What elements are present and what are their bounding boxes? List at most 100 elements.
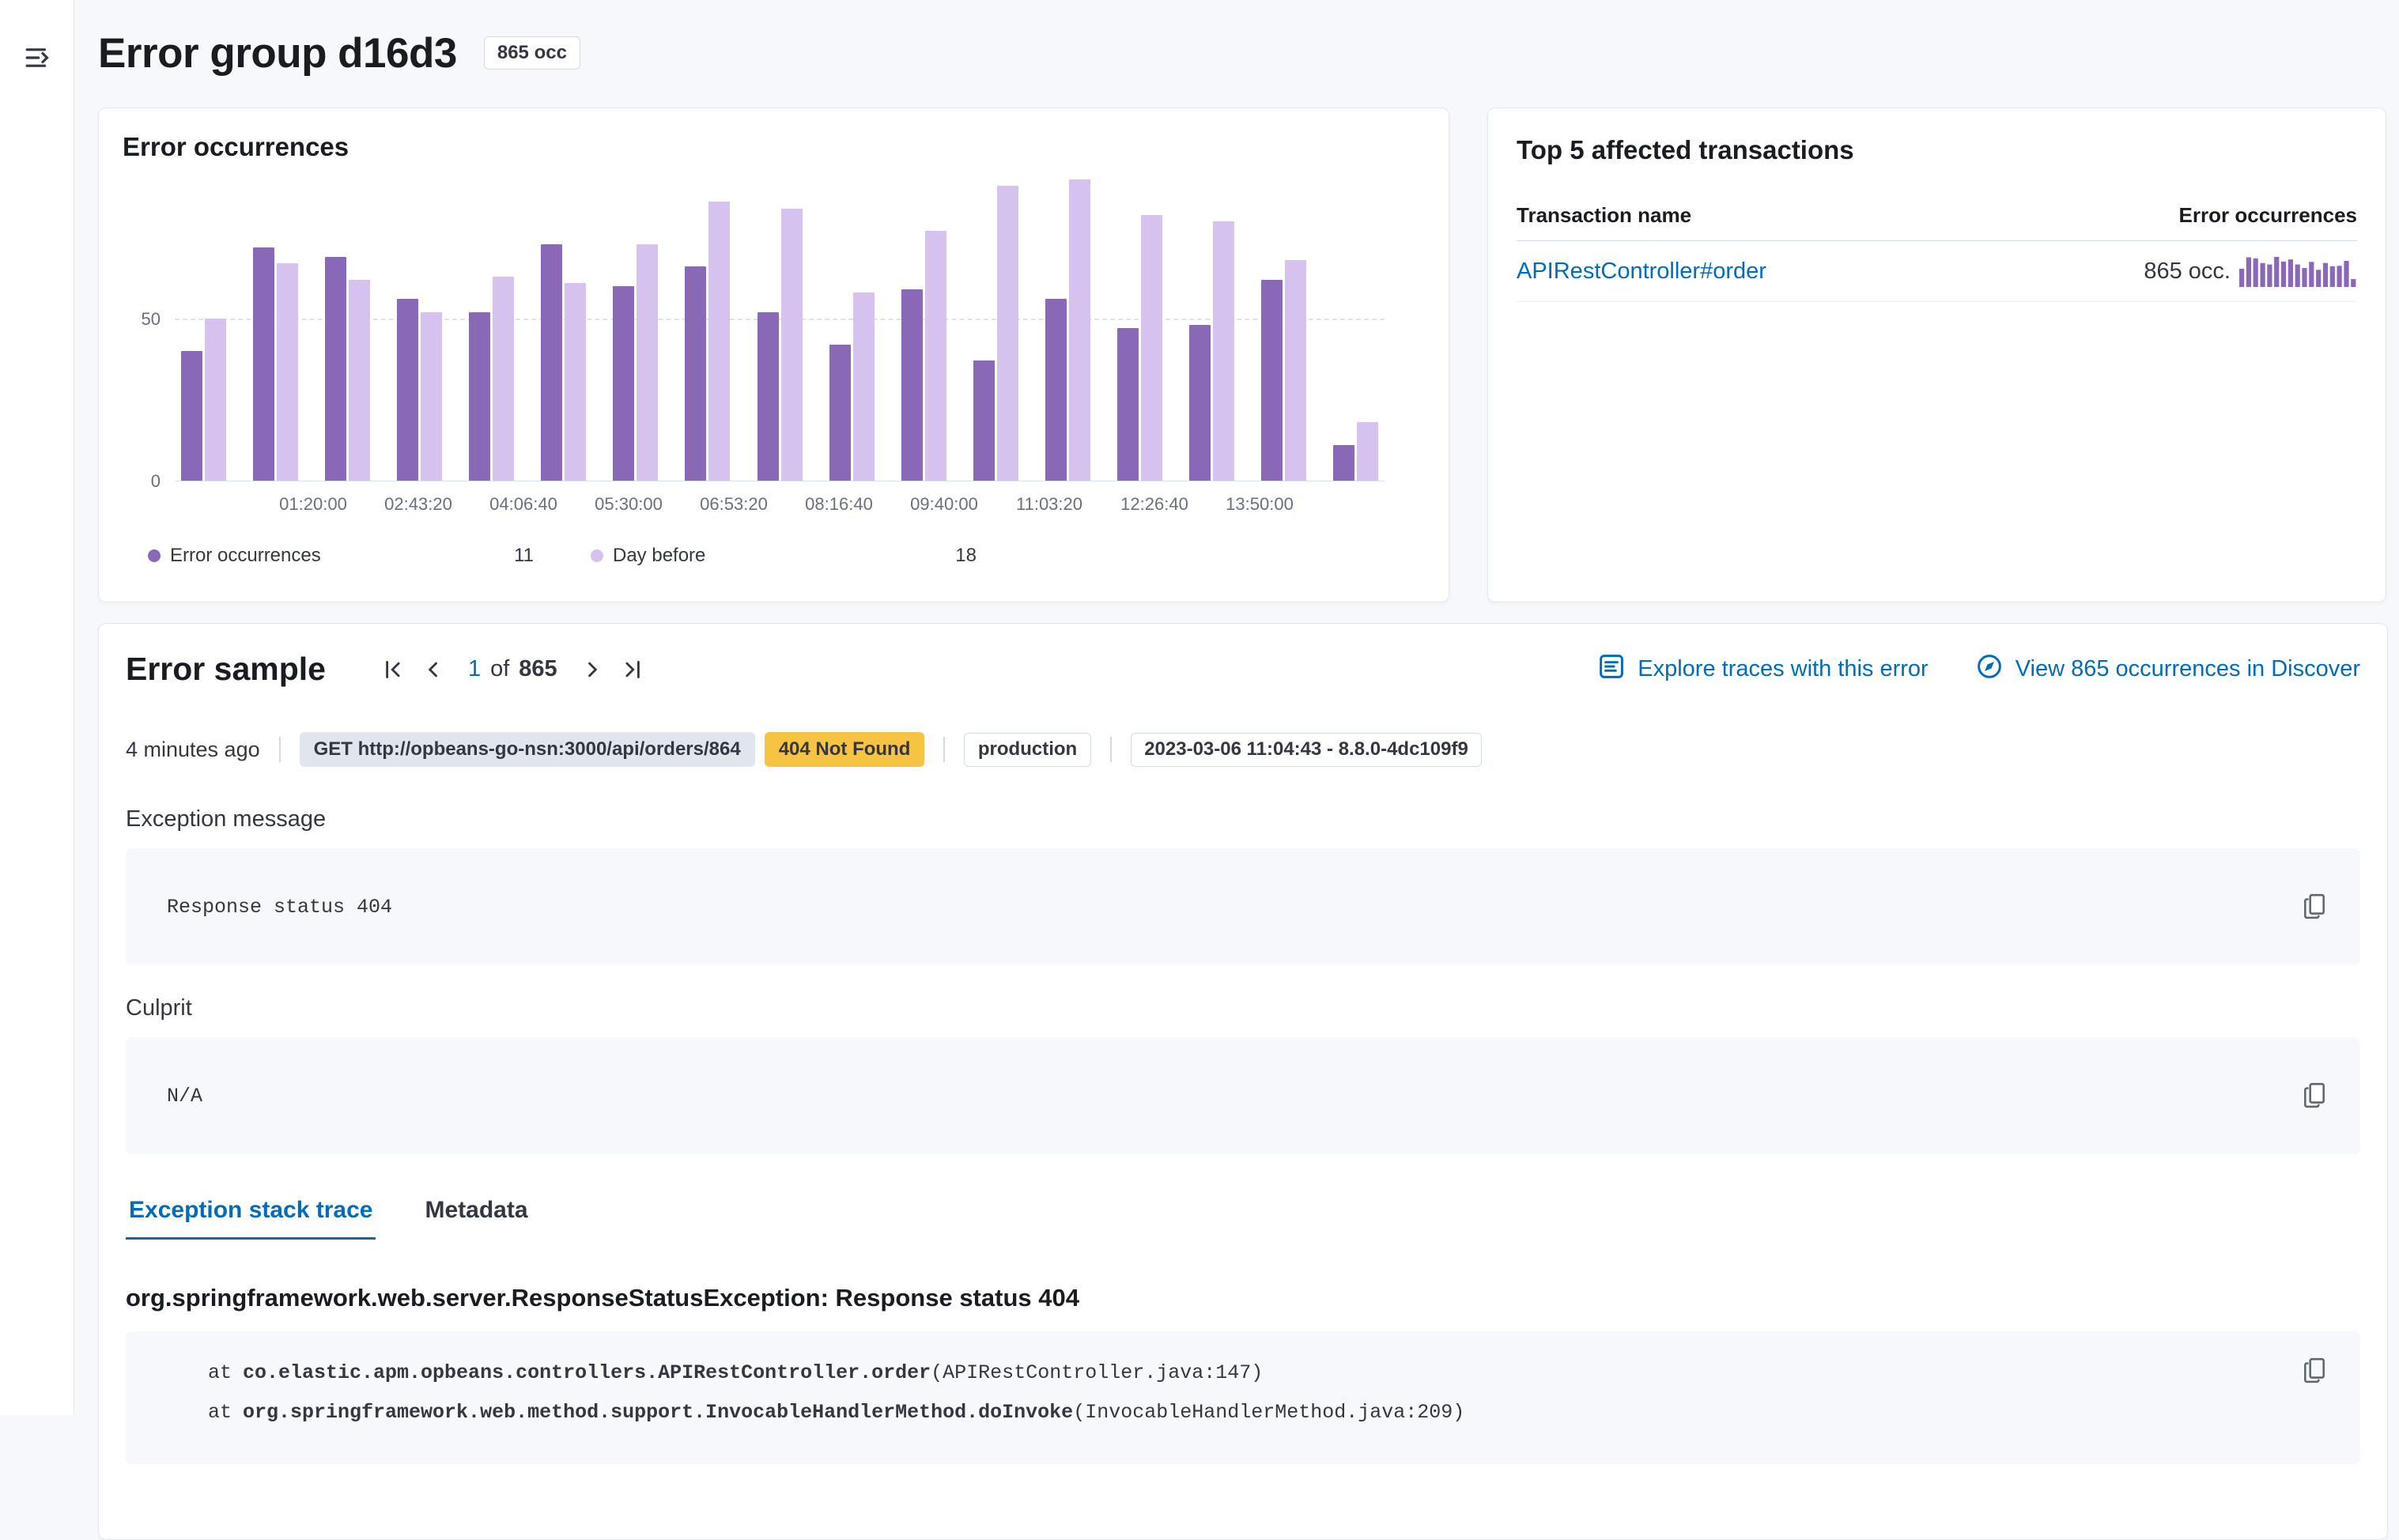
explore-traces-link[interactable]: Explore traces with this error	[1598, 653, 1928, 686]
bar-day-before	[1069, 179, 1090, 481]
tab-exception-stack-trace[interactable]: Exception stack trace	[126, 1197, 376, 1240]
error-sample-actions: Explore traces with this error View 865 …	[1598, 653, 2360, 686]
bar-group	[1189, 221, 1234, 481]
chart-bars	[175, 156, 1385, 481]
culprit-label: Culprit	[126, 995, 2360, 1021]
total-pages: 865	[519, 656, 557, 681]
copy-stack-trace-button[interactable]	[2300, 1357, 2329, 1385]
bar-current	[829, 345, 851, 481]
exception-message-value: Response status 404	[167, 896, 392, 919]
tab-metadata[interactable]: Metadata	[421, 1197, 531, 1240]
bar-group	[973, 186, 1018, 481]
separator	[1110, 737, 1112, 762]
x-axis-tick: 02:43:20	[384, 494, 452, 515]
pagination-status: 1of865	[468, 656, 557, 682]
x-axis-tick: 01:20:00	[279, 494, 347, 515]
column-transaction-name: Transaction name	[1517, 203, 1691, 228]
legend-value: 18	[955, 545, 977, 567]
bar-day-before	[1141, 215, 1162, 481]
bar-group	[397, 299, 442, 481]
bar-day-before	[1285, 260, 1306, 481]
error-sample-panel: Error sample 1of865	[98, 623, 2388, 1540]
sample-meta-row: 4 minutes ago GET http://opbeans-go-nsn:…	[126, 732, 2360, 767]
bar-day-before	[997, 186, 1018, 481]
next-page-button[interactable]	[575, 652, 610, 687]
error-sample-title: Error sample	[126, 651, 326, 688]
bar-group	[613, 244, 658, 481]
bar-current	[1189, 325, 1211, 481]
frame-location: (APIRestController.java:147)	[931, 1361, 1263, 1384]
main-content: Error group d16d3 865 occ Error occurren…	[74, 0, 2399, 1415]
x-axis-tick: 09:40:00	[910, 494, 978, 515]
first-page-button[interactable]	[376, 652, 411, 687]
bar-day-before	[708, 202, 730, 481]
bar-group	[1117, 215, 1162, 481]
discover-compass-icon	[1976, 653, 2003, 686]
view-discover-label: View 865 occurrences in Discover	[2016, 656, 2360, 682]
version-badge: 2023-03-06 11:04:43 - 8.8.0-4dc109f9	[1131, 733, 1483, 767]
bar-current	[541, 244, 562, 481]
error-sample-header: Error sample 1of865	[126, 651, 2360, 688]
last-page-button[interactable]	[614, 652, 649, 687]
column-error-occurrences: Error occurrences	[2179, 203, 2357, 228]
copy-exception-message-button[interactable]	[2300, 893, 2329, 921]
transaction-occurrences-count: 865 occ.	[2144, 259, 2231, 285]
frame-function: org.springframework.web.method.support.I…	[243, 1401, 1073, 1424]
bar-day-before	[637, 244, 658, 481]
bar-group	[325, 257, 370, 481]
bar-current	[685, 266, 706, 481]
bar-group	[541, 244, 586, 481]
x-axis-tick: 04:06:40	[489, 494, 557, 515]
frame-function: co.elastic.apm.opbeans.controllers.APIRe…	[243, 1361, 931, 1384]
bar-day-before	[853, 293, 875, 481]
bar-day-before	[493, 277, 514, 481]
bar-day-before	[349, 280, 370, 481]
bar-current	[1117, 328, 1139, 481]
bar-group	[901, 231, 946, 481]
top-panels-row: Error occurrences 50 0 01:20:0002:43:200…	[98, 108, 2386, 602]
previous-page-button[interactable]	[416, 652, 451, 687]
explore-traces-label: Explore traces with this error	[1638, 656, 1928, 682]
legend-item-error-occurrences[interactable]: Error occurrences 11	[148, 545, 534, 567]
bar-day-before	[925, 231, 946, 481]
x-axis-tick: 12:26:40	[1120, 494, 1188, 515]
x-axis-tick: 06:53:20	[700, 494, 768, 515]
exception-title: org.springframework.web.server.ResponseS…	[126, 1284, 2360, 1312]
bar-day-before	[1357, 422, 1378, 481]
bar-current	[1261, 280, 1283, 481]
copy-culprit-button[interactable]	[2300, 1081, 2329, 1110]
view-discover-link[interactable]: View 865 occurrences in Discover	[1976, 653, 2360, 686]
bar-day-before	[565, 283, 586, 481]
sample-pagination: 1of865	[376, 652, 649, 687]
bar-group	[181, 319, 226, 481]
stack-frame: atorg.springframework.web.method.support…	[167, 1393, 2257, 1432]
legend-label: Error occurrences	[170, 545, 514, 567]
bar-group	[253, 247, 298, 481]
current-page: 1	[468, 656, 481, 681]
bar-current	[1045, 299, 1067, 481]
legend-item-day-before[interactable]: Day before 18	[591, 545, 977, 567]
trace-list-icon	[1598, 653, 1625, 686]
frame-at: at	[208, 1361, 232, 1384]
bar-group	[829, 293, 875, 481]
culprit-value: N/A	[167, 1085, 202, 1108]
table-row: APIRestController#order 865 occ.	[1517, 241, 2357, 302]
bar-current	[901, 289, 923, 481]
bar-current	[181, 351, 202, 481]
page-header: Error group d16d3 865 occ	[98, 28, 2386, 77]
bar-current	[757, 312, 779, 481]
transaction-link[interactable]: APIRestController#order	[1517, 259, 1766, 285]
environment-badge: production	[964, 733, 1090, 767]
separator	[279, 737, 281, 762]
expand-menu-button[interactable]	[19, 40, 57, 77]
bar-group	[1333, 422, 1378, 481]
separator	[943, 737, 945, 762]
error-occurrences-chart	[175, 156, 1385, 481]
status-badge: 404 Not Found	[765, 732, 925, 767]
legend-value: 11	[514, 545, 534, 567]
bar-current	[325, 257, 346, 481]
bar-current	[973, 360, 995, 481]
y-axis-tick-0: 0	[110, 471, 161, 492]
transactions-table-header: Transaction name Error occurrences	[1517, 187, 2357, 241]
bar-day-before	[421, 312, 442, 481]
